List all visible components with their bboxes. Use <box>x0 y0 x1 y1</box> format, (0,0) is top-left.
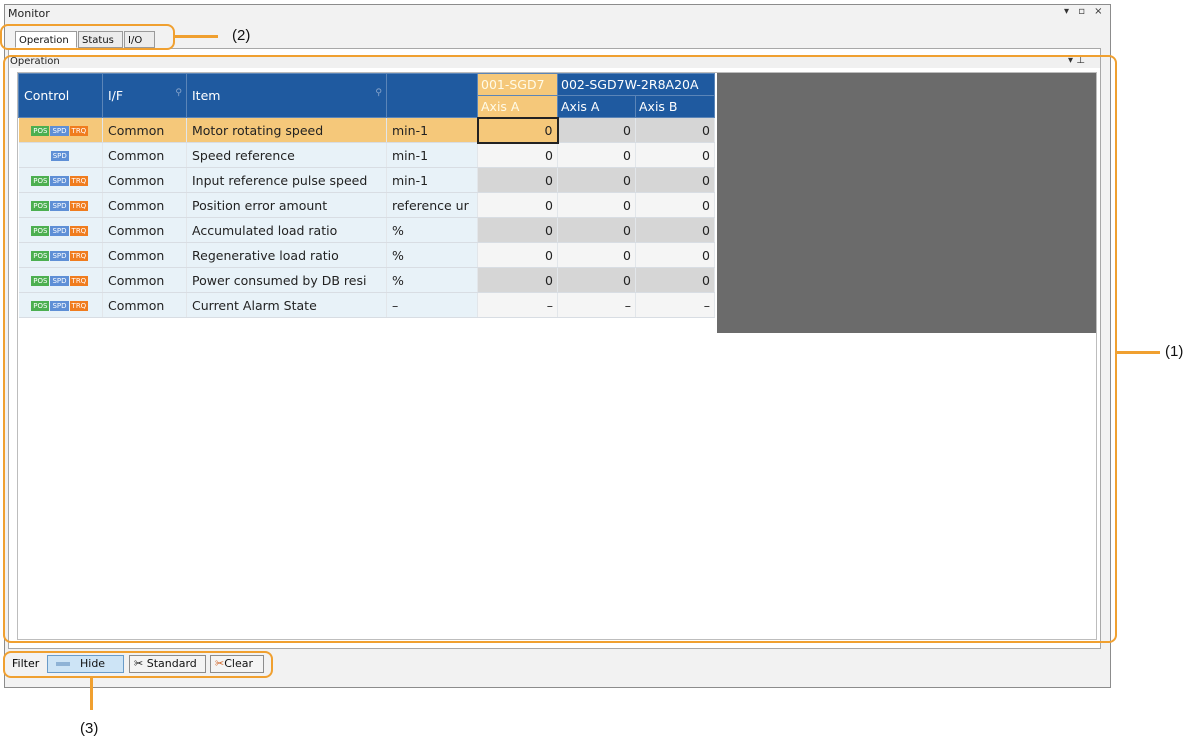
window-controls[interactable]: ▾ ▫ × <box>1064 6 1106 17</box>
callout-label-3: (3) <box>80 720 99 737</box>
callout-line-2 <box>175 35 218 38</box>
callout-box-2 <box>0 24 175 50</box>
callout-line-3 <box>90 678 93 710</box>
callout-line-1 <box>1117 351 1160 354</box>
callout-box-3 <box>3 651 273 678</box>
callout-label-2: (2) <box>232 27 251 44</box>
window-title: Monitor <box>8 7 50 20</box>
callout-box-1 <box>3 55 1117 643</box>
callout-label-1: (1) <box>1165 343 1184 360</box>
